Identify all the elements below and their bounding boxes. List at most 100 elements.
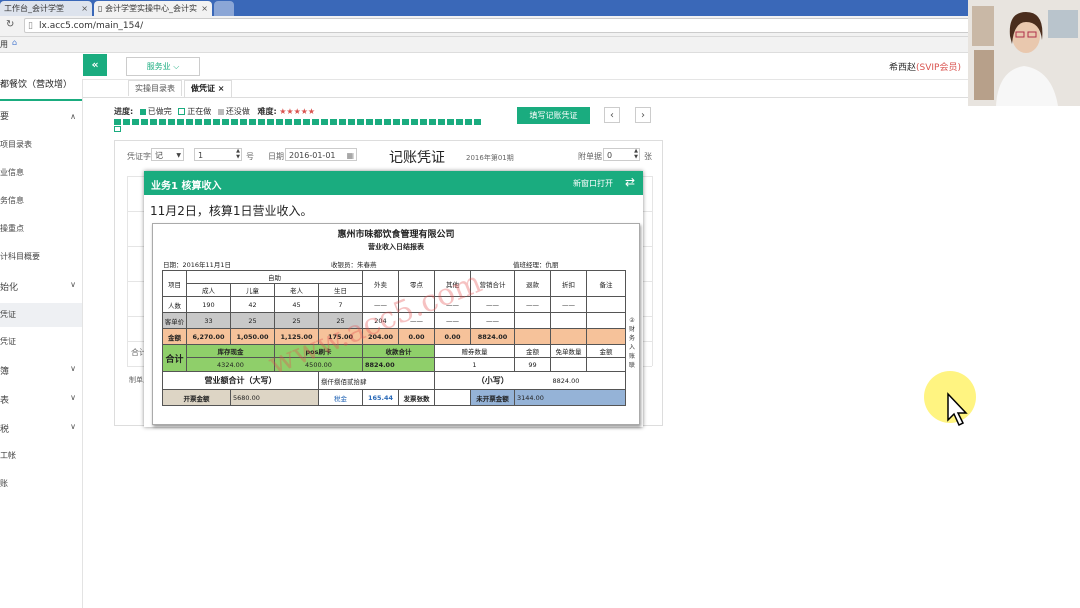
voucher-type-select[interactable]: 记 ▼ [151,148,184,161]
tab-make-voucher[interactable]: 做凭证 × [184,80,232,97]
sidebar-group-reports[interactable]: 表 ∨ [0,393,82,406]
progress-block[interactable] [303,119,310,125]
voucher-number-stepper[interactable]: 1 ▲ ▼ [194,148,242,161]
sidebar-item-catalog[interactable]: 项目录表 [0,139,82,150]
doing-swatch [178,108,186,115]
progress-block[interactable] [339,119,346,125]
progress-block[interactable] [204,119,211,125]
grid-line [652,176,653,366]
sidebar-item-label: 要 [0,112,10,122]
sidebar-item-accounts[interactable]: 计科目概要 [0,251,82,262]
sidebar-item-business-info[interactable]: 务信息 [0,195,82,206]
browser-tab-1[interactable]: 工作台_会计学堂 × [0,1,92,16]
progress-block[interactable] [393,119,400,125]
open-new-window-link[interactable]: 新窗口打开 [573,178,613,189]
progress-block[interactable] [150,119,157,125]
progress-block[interactable] [114,126,121,132]
xiaoxie-label: （小写） [434,371,551,390]
sidebar-item-account[interactable]: 账 [0,478,82,489]
progress-block[interactable] [267,119,274,125]
progress-block[interactable] [330,119,337,125]
attachments-value: 0 [607,151,613,160]
browser-tab-2[interactable]: ▯ 会计学堂实操中心_会计实 × [94,1,212,16]
progress-block[interactable] [168,119,175,125]
tab-catalog[interactable]: 实操目录表 [128,80,182,96]
progress-block[interactable] [474,119,481,125]
sidebar-item-company-info[interactable]: 业信息 [0,167,82,178]
date-label: 日期 [268,152,284,161]
sidebar-item-make-voucher[interactable]: 凭证 [0,303,82,327]
progress-block[interactable] [249,119,256,125]
progress-block[interactable] [375,119,382,125]
table-cell: 8824.00 [362,357,435,372]
table-header-cell: 自助 [186,270,363,284]
progress-block[interactable] [465,119,472,125]
sidebar-item-key-points[interactable]: 操重点 [0,223,82,234]
close-icon[interactable]: × [201,1,208,16]
progress-block[interactable] [177,119,184,125]
sidebar-item-voucher[interactable]: 凭证 [0,336,82,347]
calendar-icon[interactable]: ▦ [346,149,354,162]
progress-block[interactable] [213,119,220,125]
progress-block[interactable] [240,119,247,125]
progress-block[interactable] [420,119,427,125]
progress-block[interactable] [366,119,373,125]
progress-block[interactable] [141,119,148,125]
sidebar-group-tax[interactable]: 税 ∨ [0,422,82,435]
progress-block[interactable] [357,119,364,125]
sidebar-collapse-button[interactable]: « [83,54,107,76]
progress-todo-label: 还没做 [225,107,250,116]
progress-block[interactable] [402,119,409,125]
bookmark-apps[interactable]: 用 [0,39,8,50]
progress-block[interactable] [195,119,202,125]
sidebar-item-ledger[interactable]: 工帐 [0,450,82,461]
user-info[interactable]: 希西赵(SVIP会员) [889,60,961,73]
uninvoiced-label: 未开票金额 [470,389,515,406]
progress-block[interactable] [231,119,238,125]
totals-label: 合计 [162,344,187,372]
close-icon[interactable]: × [81,1,88,16]
progress-block[interactable] [258,119,265,125]
progress-block[interactable] [429,119,436,125]
invoice-label: 开票金额 [162,389,231,406]
progress-block[interactable] [384,119,391,125]
doc-company-name: 惠州市味都饮食管理有限公司 [337,230,455,240]
refresh-icon[interactable]: ↻ [6,19,14,30]
progress-block[interactable] [447,119,454,125]
swap-icon[interactable]: ⇄ [625,175,635,189]
attachments-stepper[interactable]: 0 ▲ ▼ [603,148,640,161]
progress-block[interactable] [114,119,121,125]
progress-block[interactable] [186,119,193,125]
sidebar-group-init[interactable]: 始化 ∨ [0,280,82,293]
sidebar-item-label: 始化 [0,283,19,293]
sidebar-group-books[interactable]: 簿 ∨ [0,364,82,377]
progress-block[interactable] [456,119,463,125]
prev-button[interactable]: ‹ [604,107,620,123]
progress-block[interactable] [312,119,319,125]
progress-block[interactable] [321,119,328,125]
progress-block[interactable] [132,119,139,125]
stepper-arrows-icon[interactable]: ▲ ▼ [634,148,638,160]
progress-block[interactable] [222,119,229,125]
new-tab-button[interactable] [214,1,234,16]
progress-block[interactable] [438,119,445,125]
progress-block[interactable] [123,119,130,125]
fill-voucher-button[interactable]: 填写记账凭证 [517,107,590,124]
stepper-arrows-icon[interactable]: ▲ ▼ [236,148,240,160]
next-button[interactable]: › [635,107,651,123]
url-input[interactable]: ▯ lx.acc5.com/main_154/ [24,18,974,33]
bookmark-icon[interactable]: ⌂ [12,38,17,47]
progress-block[interactable] [294,119,301,125]
xiaoxie-value: 8824.00 [550,371,626,390]
bookmark-bar: 用 ⌂ [0,37,1080,53]
progress-block[interactable] [159,119,166,125]
sidebar-group-overview[interactable]: 要 ∧ [0,110,82,124]
daxie-value: 捌仟捌佰贰拾肆 [318,371,435,390]
table-header-cell: 备注 [586,270,626,297]
progress-block[interactable] [285,119,292,125]
progress-block[interactable] [411,119,418,125]
service-dropdown[interactable]: 服务业 ⌵ [126,57,200,76]
date-input[interactable]: 2016-01-01 ▦ [285,148,357,161]
progress-block[interactable] [348,119,355,125]
progress-block[interactable] [276,119,283,125]
